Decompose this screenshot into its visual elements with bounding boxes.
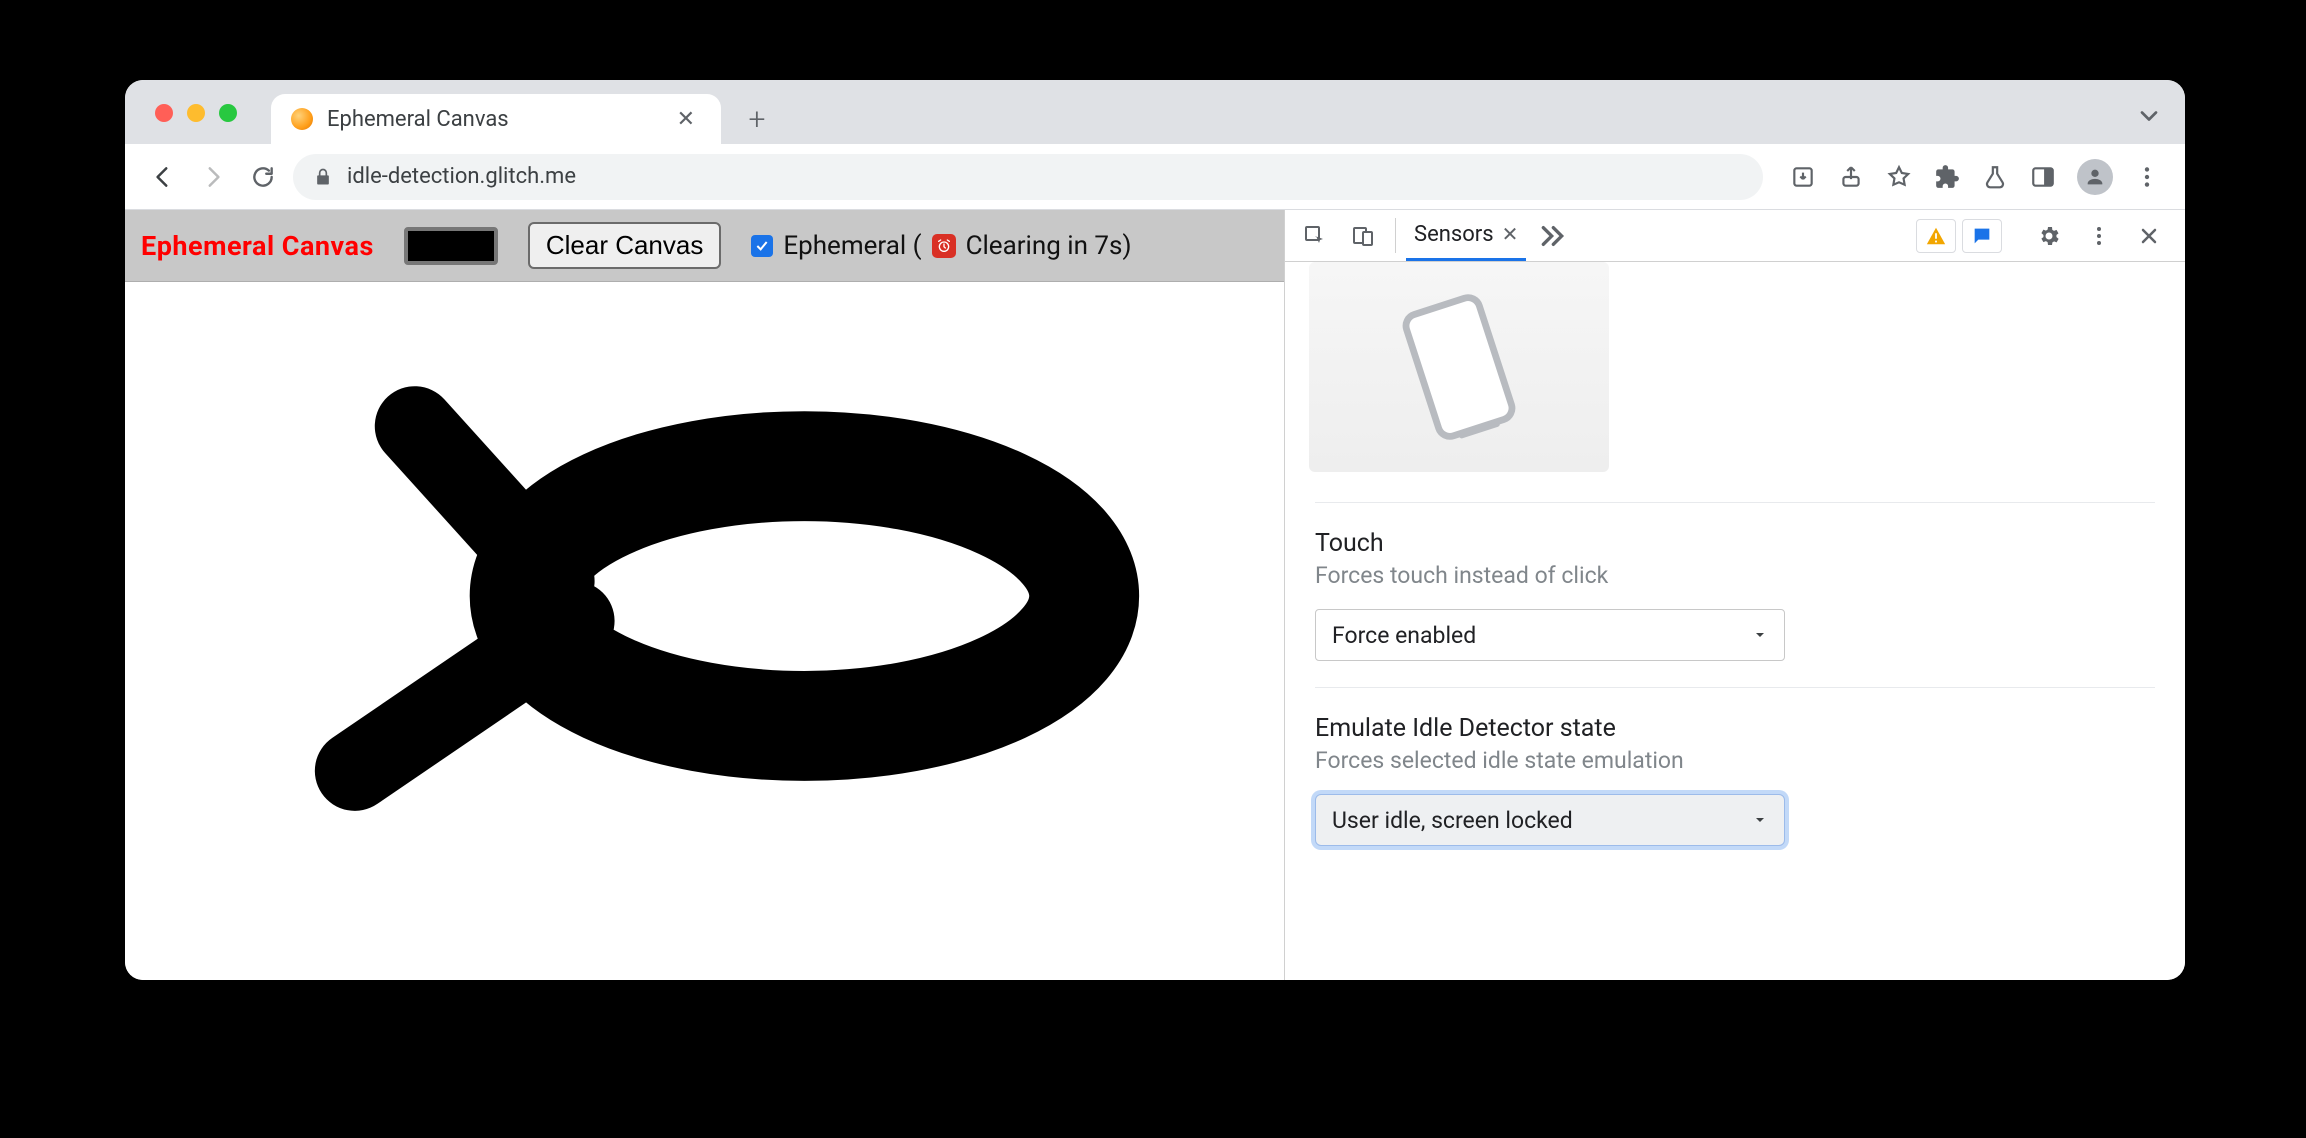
- color-picker[interactable]: [404, 227, 498, 265]
- browser-window: Ephemeral Canvas ✕ + idle-detection.glit…: [125, 80, 2185, 980]
- devtools-settings-icon[interactable]: [2027, 224, 2071, 248]
- window-controls: [155, 104, 237, 122]
- orientation-preview[interactable]: [1309, 262, 1609, 472]
- devtools-tabbar: Sensors ✕: [1285, 210, 2185, 262]
- tab-favicon-icon: [291, 108, 313, 130]
- alarm-icon: [932, 234, 956, 258]
- ephemeral-countdown: Clearing in 7s): [966, 231, 1132, 261]
- devtools-tab-label: Sensors: [1414, 222, 1494, 247]
- idle-title: Emulate Idle Detector state: [1315, 714, 2155, 743]
- toolbar-actions: [1783, 157, 2167, 197]
- url-text: idle-detection.glitch.me: [347, 164, 576, 189]
- devtools-close-icon[interactable]: [2127, 224, 2171, 248]
- window-zoom-button[interactable]: [219, 104, 237, 122]
- idle-subtitle: Forces selected idle state emulation: [1315, 747, 2155, 774]
- devtools-menu-icon[interactable]: [2077, 224, 2121, 248]
- page-toolbar: Ephemeral Canvas Clear Canvas Ephemeral …: [125, 210, 1284, 282]
- new-tab-button[interactable]: +: [735, 97, 779, 141]
- tab-strip: Ephemeral Canvas ✕ +: [125, 80, 2185, 144]
- nav-back-button[interactable]: [143, 157, 183, 197]
- idle-select-value: User idle, screen locked: [1332, 807, 1573, 834]
- touch-select[interactable]: Force enabled: [1315, 609, 1785, 661]
- devtools-panel: Sensors ✕: [1285, 210, 2185, 980]
- devtools-tab-close-button[interactable]: ✕: [1502, 222, 1519, 246]
- browser-tab[interactable]: Ephemeral Canvas ✕: [271, 94, 721, 144]
- chrome-menu-button[interactable]: [2127, 157, 2167, 197]
- device-toggle-icon[interactable]: [1341, 210, 1385, 261]
- extensions-icon[interactable]: [1927, 157, 1967, 197]
- drawing-canvas[interactable]: [125, 282, 1284, 980]
- touch-section: Touch Forces touch instead of click Forc…: [1315, 502, 2155, 687]
- profile-avatar[interactable]: [2077, 159, 2113, 195]
- webpage-area: Ephemeral Canvas Clear Canvas Ephemeral …: [125, 210, 1285, 980]
- labs-icon[interactable]: [1975, 157, 2015, 197]
- caret-down-icon: [1752, 622, 1768, 649]
- sensors-panel-body: Touch Forces touch instead of click Forc…: [1285, 262, 2185, 980]
- devtools-whatsnew-icon[interactable]: [1962, 219, 2002, 253]
- lock-icon: [313, 167, 333, 187]
- inspect-element-icon[interactable]: [1293, 210, 1337, 261]
- devtools-issues-warning-icon[interactable]: [1916, 219, 1956, 253]
- share-icon[interactable]: [1831, 157, 1871, 197]
- address-bar[interactable]: idle-detection.glitch.me: [293, 154, 1763, 200]
- touch-select-value: Force enabled: [1332, 622, 1476, 649]
- tab-title: Ephemeral Canvas: [327, 107, 657, 132]
- page-title: Ephemeral Canvas: [141, 230, 374, 262]
- tabs-dropdown-button[interactable]: [2135, 102, 2163, 122]
- window-minimize-button[interactable]: [187, 104, 205, 122]
- install-app-icon[interactable]: [1783, 157, 1823, 197]
- browser-toolbar: idle-detection.glitch.me: [125, 144, 2185, 210]
- ephemeral-option: Ephemeral ( Clearing in 7s): [751, 231, 1131, 261]
- devtools-tab-sensors[interactable]: Sensors ✕: [1406, 210, 1526, 261]
- touch-subtitle: Forces touch instead of click: [1315, 562, 2155, 589]
- touch-title: Touch: [1315, 529, 2155, 558]
- ephemeral-label-prefix: Ephemeral (: [783, 231, 921, 261]
- tab-close-button[interactable]: ✕: [671, 105, 701, 134]
- idle-state-select[interactable]: User idle, screen locked: [1315, 794, 1785, 846]
- devtools-tab-overflow-button[interactable]: [1530, 210, 1570, 261]
- caret-down-icon: [1752, 807, 1768, 834]
- reload-button[interactable]: [243, 157, 283, 197]
- ephemeral-checkbox[interactable]: [751, 235, 773, 257]
- content-area: Ephemeral Canvas Clear Canvas Ephemeral …: [125, 210, 2185, 980]
- window-close-button[interactable]: [155, 104, 173, 122]
- sidepanel-icon[interactable]: [2023, 157, 2063, 197]
- canvas-drawing: [125, 282, 1284, 980]
- clear-canvas-button[interactable]: Clear Canvas: [528, 222, 722, 269]
- nav-forward-button[interactable]: [193, 157, 233, 197]
- bookmark-star-icon[interactable]: [1879, 157, 1919, 197]
- idle-section: Emulate Idle Detector state Forces selec…: [1315, 687, 2155, 872]
